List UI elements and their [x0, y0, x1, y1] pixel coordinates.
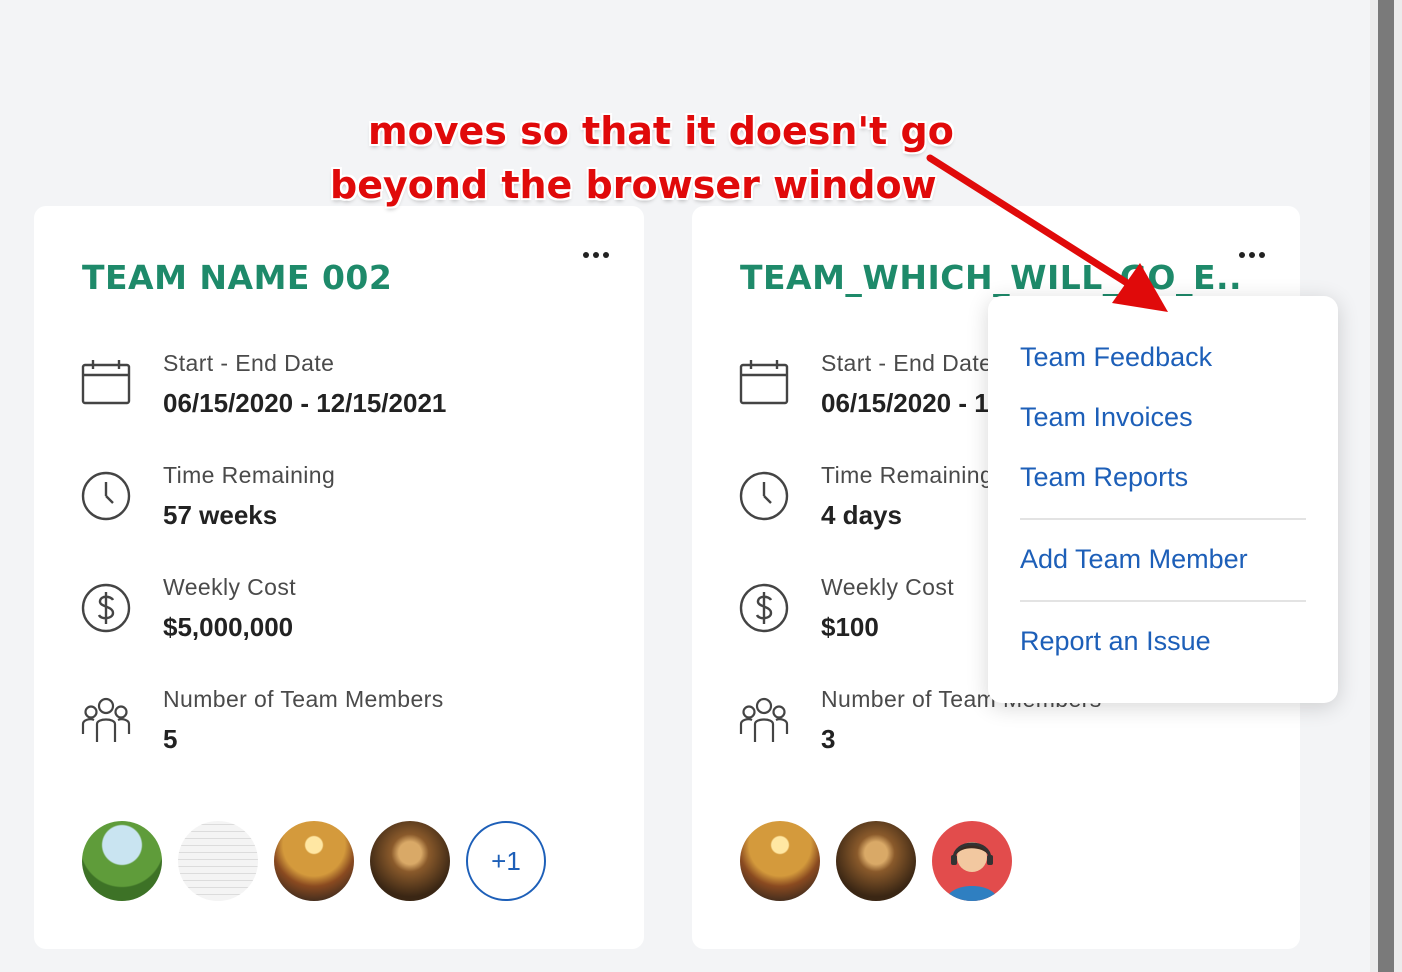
team-title: TEAM NAME 002: [82, 258, 393, 297]
field-value: 3: [821, 724, 836, 754]
menu-divider: [1020, 600, 1306, 602]
menu-item-report-issue[interactable]: Report an Issue: [1020, 626, 1211, 657]
menu-item-team-invoices[interactable]: Team Invoices: [1020, 402, 1193, 433]
field-value: 06/15/2020 - 12/15/2021: [163, 388, 447, 418]
avatar[interactable]: [82, 821, 162, 901]
menu-divider: [1020, 518, 1306, 520]
dollar-icon: [81, 583, 131, 633]
more-members-badge[interactable]: +1: [466, 821, 546, 901]
team-actions-menu: Team Feedback Team Invoices Team Reports…: [988, 296, 1338, 703]
annotation-line-2: beyond the browser window: [330, 163, 937, 207]
field-label: Start - End Date: [821, 350, 993, 376]
menu-item-team-feedback[interactable]: Team Feedback: [1020, 342, 1212, 373]
dollar-icon: [739, 583, 789, 633]
more-horizontal-icon[interactable]: [576, 244, 616, 266]
menu-item-team-reports[interactable]: Team Reports: [1020, 462, 1188, 493]
team-icon: [81, 697, 131, 742]
calendar-icon: [739, 360, 789, 405]
field-value: 5: [163, 724, 178, 754]
field-label: Weekly Cost: [163, 574, 297, 600]
field-label: Time Remaining: [821, 462, 994, 488]
team-icon: [739, 697, 789, 742]
field-label: Start - End Date: [163, 350, 335, 376]
scrollbar-thumb[interactable]: [1378, 0, 1394, 972]
team-title: TEAM_WHICH_WILL_GO_E...: [740, 258, 1240, 297]
menu-caret: [1238, 280, 1270, 297]
annotation-text: moves so that it doesn't go beyond the b…: [330, 104, 954, 212]
calendar-icon: [81, 360, 131, 405]
team-card: TEAM NAME 002 Start - End Date 06/15/202…: [34, 206, 644, 949]
field-value: 57 weeks: [163, 500, 278, 530]
field-label: Number of Team Members: [163, 686, 444, 712]
annotation-line-1: moves so that it doesn't go: [368, 109, 954, 153]
field-value: $100: [821, 612, 879, 642]
clock-icon: [739, 471, 789, 521]
avatar[interactable]: [370, 821, 450, 901]
field-value: $5,000,000: [163, 612, 294, 642]
avatar[interactable]: [274, 821, 354, 901]
avatar[interactable]: [836, 821, 916, 901]
more-horizontal-icon[interactable]: [1232, 244, 1272, 266]
menu-item-add-team-member[interactable]: Add Team Member: [1020, 544, 1248, 575]
avatar[interactable]: [740, 821, 820, 901]
field-value: 4 days: [821, 500, 902, 530]
support-agent-avatar[interactable]: [932, 821, 1012, 901]
clock-icon: [81, 471, 131, 521]
field-label: Weekly Cost: [821, 574, 955, 600]
avatar[interactable]: [178, 821, 258, 901]
field-label: Time Remaining: [163, 462, 336, 488]
